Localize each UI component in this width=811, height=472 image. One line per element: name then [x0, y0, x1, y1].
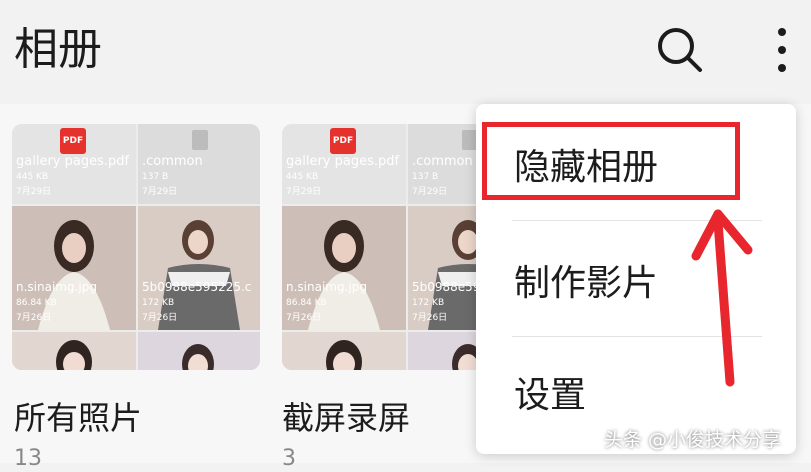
thumb-filesize: 445 KB	[16, 172, 49, 182]
thumb-date: 7月26日	[286, 313, 322, 323]
album-card-all-photos[interactable]: PDF gallery pages.pdf 445 KB 7月29日 .comm…	[12, 124, 260, 370]
thumb-filename: n.sinaimg.jpg	[16, 280, 97, 294]
thumb-date: 7月29日	[286, 187, 322, 197]
thumb-pdf-file: PDF gallery pages.pdf 445 KB 7月29日	[12, 124, 136, 204]
thumb-photo: n.sinaimg.jpg 86.84 KB 7月26日	[282, 206, 406, 330]
thumb-filesize: 137 B	[412, 172, 439, 182]
thumb-common-file: .common 137 B 7月29日	[138, 124, 260, 204]
search-button[interactable]	[650, 22, 710, 82]
album-count: 3	[282, 446, 296, 471]
pdf-icon: PDF	[60, 128, 86, 154]
thumb-filesize: 172 KB	[412, 298, 445, 308]
album-name: 截屏录屏	[282, 399, 411, 437]
thumb-filesize: 86.84 KB	[16, 298, 57, 308]
menu-item-settings[interactable]: 设置	[514, 374, 586, 418]
thumb-photo	[282, 332, 406, 370]
thumb-filename: .common	[412, 154, 473, 169]
thumb-photo	[138, 332, 260, 370]
thumb-filesize: 137 B	[142, 172, 169, 182]
thumb-filesize: 172 KB	[142, 298, 175, 308]
thumb-photo: 5b0988e595225.c 172 KB 7月26日	[138, 206, 260, 330]
thumb-filesize: 445 KB	[286, 172, 319, 182]
thumb-date: 7月29日	[142, 187, 178, 197]
highlight-box	[482, 122, 740, 200]
search-icon	[658, 28, 702, 72]
more-vertical-icon	[778, 28, 786, 72]
watermark: 头条 @小俊技术分享	[604, 429, 782, 451]
thumb-date: 7月29日	[16, 187, 52, 197]
thumb-filename: gallery pages.pdf	[286, 154, 400, 169]
thumb-filesize: 86.84 KB	[286, 298, 327, 308]
thumb-photo: n.sinaimg.jpg 86.84 KB 7月26日	[12, 206, 136, 330]
thumb-photo	[12, 332, 136, 370]
thumb-date: 7月29日	[412, 187, 448, 197]
portrait-image	[12, 332, 136, 370]
thumb-filename: n.sinaimg.jpg	[286, 280, 367, 294]
portrait-image	[282, 332, 406, 370]
thumb-filename: .common	[142, 154, 203, 169]
file-icon	[192, 130, 208, 150]
album-name: 所有照片	[14, 399, 143, 437]
portrait-image	[138, 332, 260, 370]
thumb-filename: gallery pages.pdf	[16, 154, 130, 169]
pdf-icon: PDF	[330, 128, 356, 154]
page-title: 相册	[14, 24, 102, 75]
menu-item-make-movie[interactable]: 制作影片	[514, 262, 658, 306]
pointer-arrow-icon	[691, 209, 753, 387]
thumb-pdf-file: PDF gallery pages.pdf 445 KB 7月29日	[282, 124, 406, 204]
album-count: 13	[14, 446, 42, 471]
thumb-date: 7月26日	[16, 313, 52, 323]
thumb-date: 7月26日	[142, 313, 178, 323]
thumb-filename: 5b0988e595225.c	[142, 280, 252, 294]
more-options-button[interactable]	[765, 22, 799, 82]
thumb-date: 7月26日	[412, 313, 448, 323]
app-header: 相册	[0, 0, 811, 104]
